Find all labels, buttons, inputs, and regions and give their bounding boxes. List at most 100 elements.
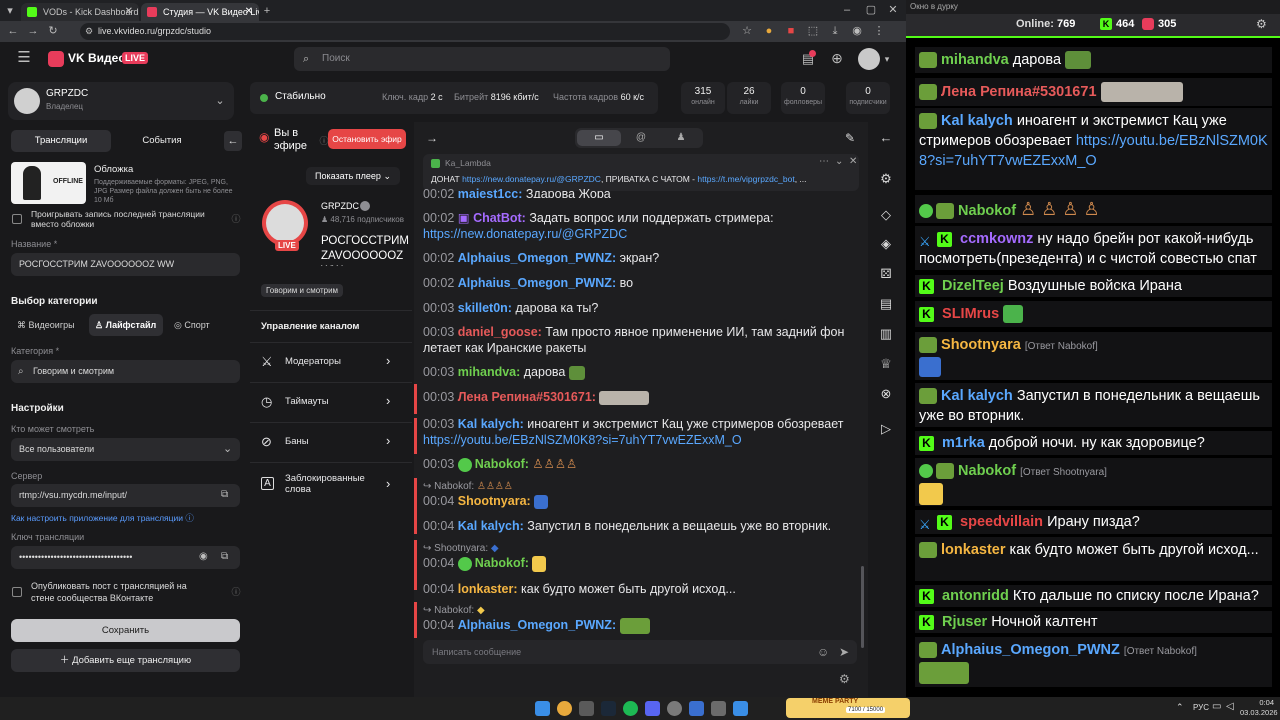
scrollbar-thumb[interactable]	[861, 566, 864, 648]
msg-user[interactable]: Nabokof:	[475, 556, 529, 570]
howto-link[interactable]: Как настроить приложение для трансляции …	[11, 512, 194, 524]
msg-user[interactable]: Alphaius_Omegon_PWNZ:	[458, 276, 616, 290]
msg-user[interactable]: daniel_goose:	[458, 325, 542, 339]
users-icon[interactable]: ♟	[661, 130, 701, 146]
emoji-icon[interactable]: ☺	[817, 640, 829, 664]
dice-icon[interactable]: ⚄	[877, 265, 895, 283]
chevron-down-icon[interactable]: ⌄	[835, 156, 843, 167]
close-icon[interactable]: ✕	[849, 156, 857, 167]
address-input[interactable]: ⚙ live.vkvideo.ru/grpzdc/studio	[80, 23, 730, 40]
search-input[interactable]: ⌕ Поиск	[294, 47, 670, 71]
settings-icon[interactable]: ⚙	[877, 170, 895, 188]
channel-selector[interactable]: GRPZDC Владелец ⌄	[8, 82, 234, 120]
info-icon[interactable]: ⓘ	[230, 212, 242, 226]
name-input[interactable]: РОСГОССТРИМ ZAVOOOOOOZ WW	[11, 253, 240, 276]
extensions-icon[interactable]: ⬚	[806, 24, 820, 38]
menu-timeouts[interactable]: ◷ Таймауты ›	[250, 382, 412, 422]
tab-broadcasts[interactable]: Трансляции	[11, 130, 111, 152]
meme-party-widget[interactable]: MEME PARTY 7100 / 15000	[786, 698, 910, 718]
msg-user[interactable]: ChatBot:	[473, 211, 526, 225]
extension-icon[interactable]: ■	[784, 24, 798, 38]
back-icon[interactable]: ←	[6, 24, 20, 38]
bookmark-star-icon[interactable]: ☆	[740, 24, 754, 38]
copy-icon[interactable]: ⧉	[221, 488, 228, 502]
cover-preview[interactable]: OFFLINE	[11, 162, 86, 204]
server-input[interactable]: rtmp://vsu.mycdn.me/input/ ⧉	[11, 484, 240, 507]
minimize-icon[interactable]: –	[840, 3, 854, 17]
who-select[interactable]: Все пользователи ⌄	[11, 438, 240, 461]
copy-icon[interactable]: ⧉	[221, 550, 228, 564]
eye-icon[interactable]: ◉	[199, 550, 208, 564]
tab-list-icon[interactable]: ▾	[4, 4, 16, 18]
avatar[interactable]	[858, 48, 880, 70]
msg-user[interactable]: Nabokof:	[475, 457, 529, 471]
profile-icon[interactable]: ◉	[850, 24, 864, 38]
chat-bubble-icon[interactable]: ▭	[577, 130, 621, 146]
info-icon[interactable]: ⓘ	[230, 585, 242, 599]
add-broadcast-button[interactable]: ＋ Добавить еще трансляцию	[11, 649, 240, 672]
msg-link[interactable]: https://youtu.be/EBzNlSZM0K8?si=7uhYT7vw…	[423, 433, 742, 447]
chrome-icon[interactable]	[557, 701, 572, 716]
msg-user[interactable]: Kal kalych:	[458, 519, 524, 533]
tab-kick-dashboard[interactable]: VODs - Kick Dashboard ✕	[21, 3, 139, 21]
tab-events[interactable]: События	[112, 130, 212, 152]
trophy-icon[interactable]: ♕	[877, 355, 895, 373]
list-icon[interactable]: ▤	[877, 295, 895, 313]
more-dots-icon[interactable]: ⋯	[819, 156, 829, 167]
language-indicator[interactable]: РУС	[1193, 703, 1209, 712]
msg-link[interactable]: https://new.donatepay.ru/@GRPZDC	[423, 227, 627, 241]
menu-moderators[interactable]: ⚔ Модераторы ›	[250, 342, 412, 382]
replay-checkbox[interactable]	[12, 214, 22, 224]
mention-icon[interactable]: @	[621, 130, 661, 146]
category-tab-lifestyle[interactable]: ♙ Лайфстайл	[89, 314, 163, 336]
chat-input[interactable]: Написать сообщение ☺ ➤	[423, 640, 857, 664]
download-icon[interactable]: ⤓	[828, 24, 842, 38]
terminal-icon[interactable]	[579, 701, 594, 716]
maximize-icon[interactable]: ▢	[864, 3, 878, 17]
msg-user[interactable]: lonkaster:	[458, 582, 518, 596]
network-icon[interactable]: ▭	[1212, 701, 1221, 712]
arrow-left-icon[interactable]: ←	[877, 129, 895, 147]
discord-icon[interactable]	[645, 701, 660, 716]
app-icon[interactable]	[711, 701, 726, 716]
stop-stream-button[interactable]: Остановить эфир	[328, 129, 406, 149]
spotify-icon[interactable]	[623, 701, 638, 716]
publish-checkbox[interactable]	[12, 587, 22, 597]
close-icon[interactable]: ✕	[245, 3, 253, 21]
expand-chat-icon[interactable]: →	[422, 128, 442, 148]
gem-icon[interactable]: ◈	[877, 235, 895, 253]
new-tab-icon[interactable]: +	[261, 4, 273, 18]
steam-icon[interactable]	[601, 701, 616, 716]
settings-icon[interactable]: ⚙	[1256, 17, 1267, 31]
tab-vk-studio[interactable]: Студия — VK Видео Live ✕	[141, 3, 259, 21]
add-icon[interactable]: ⊕	[829, 51, 845, 65]
send-icon[interactable]: ➤	[839, 640, 849, 664]
vk-video-logo-icon[interactable]	[48, 51, 64, 67]
msg-user[interactable]: Kal kalych:	[458, 417, 524, 431]
play-icon[interactable]: ▷	[877, 420, 895, 438]
diamond-icon[interactable]: ◇	[877, 206, 895, 224]
obs-icon[interactable]	[667, 701, 682, 716]
msg-user[interactable]: Лена Репина#5301671:	[458, 390, 596, 404]
msg-user[interactable]: Alphaius_Omegon_PWNZ:	[458, 251, 616, 265]
msg-user[interactable]: mihandva:	[458, 365, 521, 379]
chevron-up-icon[interactable]: ⌃	[1176, 702, 1184, 713]
category-tab-games[interactable]: ⌘ Видеоигры	[11, 314, 83, 336]
menu-bans[interactable]: ⊘ Баны ›	[250, 422, 412, 462]
extension-icon[interactable]: ●	[762, 24, 776, 38]
save-button[interactable]: Сохранить	[11, 619, 240, 642]
msg-user[interactable]: majest1cc:	[458, 187, 523, 198]
app-icon[interactable]	[733, 701, 748, 716]
pin-icon[interactable]: ✎	[840, 128, 860, 148]
app-icon[interactable]	[689, 701, 704, 716]
category-chip[interactable]: Говорим и смотрим	[261, 284, 344, 297]
close-icon[interactable]: ✕	[125, 3, 133, 21]
category-tab-sport[interactable]: ◎ Спорт	[168, 314, 228, 336]
clock[interactable]: 0:04 03.03.2026	[1240, 698, 1278, 718]
reload-icon[interactable]: ↻	[46, 24, 60, 38]
forward-icon[interactable]: →	[26, 24, 40, 38]
msg-user[interactable]: skillet0n:	[458, 301, 512, 315]
site-info-icon[interactable]: ⚙	[85, 24, 93, 38]
msg-user[interactable]: Shootnyara:	[458, 494, 531, 508]
chat-bubble-x-icon[interactable]: ⊗	[877, 385, 895, 403]
